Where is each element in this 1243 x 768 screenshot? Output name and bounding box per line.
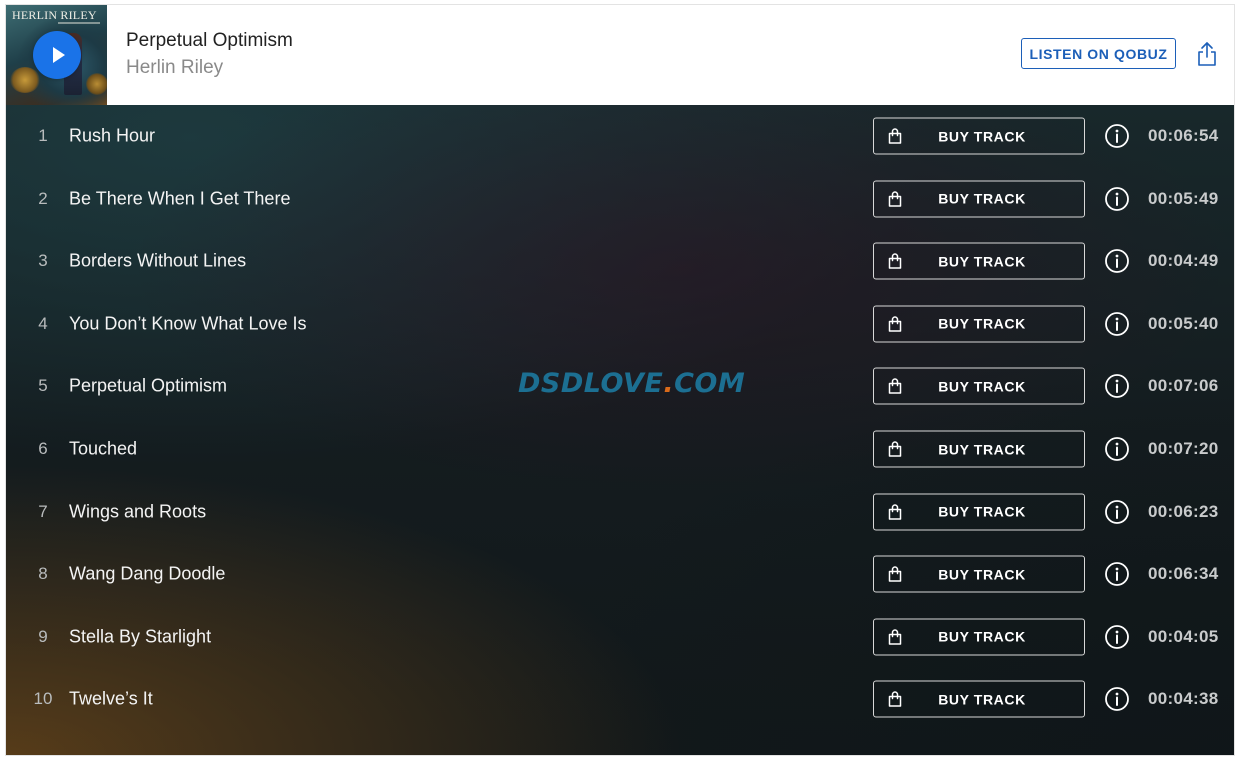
track-duration: 00:06:34 — [1148, 564, 1219, 584]
track-title[interactable]: Be There When I Get There — [69, 188, 290, 209]
album-title: Perpetual Optimism — [126, 30, 293, 51]
buy-track-label: BUY TRACK — [938, 378, 1026, 395]
share-icon[interactable] — [1196, 41, 1218, 67]
track-number: 5 — [38, 376, 48, 396]
buy-track-button[interactable]: BUY TRACK — [873, 680, 1085, 718]
buy-track-label: BUY TRACK — [938, 566, 1026, 583]
track-number: 8 — [38, 564, 48, 584]
player-header: HERLIN RILEY Perpetual Optimism Herlin R… — [6, 5, 1234, 105]
buy-track-label: BUY TRACK — [938, 691, 1026, 708]
info-icon[interactable] — [1104, 624, 1130, 650]
track-row[interactable]: 7 Wings and Roots BUY TRACK 00:06:23 — [6, 481, 1234, 543]
buy-track-label: BUY TRACK — [938, 315, 1026, 332]
track-row[interactable]: 3 Borders Without Lines BUY TRACK 00:04:49 — [6, 230, 1234, 292]
track-number: 6 — [38, 439, 48, 458]
info-icon[interactable] — [1104, 248, 1130, 274]
buy-track-label: BUY TRACK — [938, 190, 1026, 207]
info-icon[interactable] — [1104, 499, 1130, 525]
track-duration: 00:06:54 — [1148, 126, 1219, 145]
track-number: 2 — [38, 188, 48, 208]
track-number: 7 — [38, 501, 48, 521]
player-widget: HERLIN RILEY Perpetual Optimism Herlin R… — [5, 4, 1235, 756]
track-title[interactable]: Borders Without Lines — [69, 251, 246, 272]
info-icon[interactable] — [1104, 311, 1130, 337]
buy-track-button[interactable]: BUY TRACK — [873, 367, 1085, 405]
track-row[interactable]: 4 You Don’t Know What Love Is BUY TRACK 00:… — [6, 293, 1234, 355]
track-duration: 00:04:38 — [1148, 689, 1219, 709]
buy-track-button[interactable]: BUY TRACK — [873, 430, 1085, 468]
track-title[interactable]: Rush Hour — [69, 126, 155, 147]
album-cover: HERLIN RILEY — [6, 5, 107, 105]
track-row[interactable]: 6 Touched BUY TRACK 00:07:20 — [6, 418, 1234, 480]
play-button[interactable] — [33, 31, 81, 79]
track-title[interactable]: Touched — [69, 439, 137, 460]
artist-name[interactable]: Herlin Riley — [126, 57, 223, 79]
buy-track-label: BUY TRACK — [938, 253, 1026, 270]
track-number: 10 — [33, 689, 53, 709]
track-list: 1 Rush Hour BUY TRACK 00:06:54 2 Be There Whe… — [6, 105, 1234, 755]
track-row[interactable]: 2 Be There When I Get There BUY TRACK 00:05… — [6, 168, 1234, 230]
info-icon[interactable] — [1104, 186, 1130, 212]
buy-track-button[interactable]: BUY TRACK — [873, 493, 1085, 531]
track-duration: 00:05:40 — [1148, 313, 1219, 333]
buy-track-button[interactable]: BUY TRACK — [873, 117, 1085, 155]
track-duration: 00:06:23 — [1148, 501, 1219, 521]
cover-artist-text: HERLIN RILEY — [12, 8, 97, 22]
track-number: 9 — [38, 626, 48, 646]
buy-track-label: BUY TRACK — [938, 441, 1026, 457]
watermark: DSDLOVE.COM — [518, 368, 746, 399]
track-title[interactable]: Wang Dang Doodle — [69, 564, 225, 585]
track-title[interactable]: Stella By Starlight — [69, 626, 211, 647]
track-number: 4 — [38, 313, 48, 333]
track-duration: 00:07:20 — [1148, 439, 1219, 458]
track-title[interactable]: You Don’t Know What Love Is — [69, 313, 306, 334]
track-number: 3 — [38, 251, 48, 271]
track-row[interactable]: 10 Twelve’s It BUY TRACK 00:04:38 — [6, 668, 1234, 730]
info-icon[interactable] — [1104, 373, 1130, 399]
buy-track-button[interactable]: BUY TRACK — [873, 618, 1085, 656]
track-row[interactable]: 8 Wang Dang Doodle BUY TRACK 00:06:34 — [6, 543, 1234, 605]
track-duration: 00:04:05 — [1148, 626, 1219, 646]
buy-track-button[interactable]: BUY TRACK — [873, 555, 1085, 593]
listen-on-qobuz-button[interactable]: LISTEN ON QOBUZ — [1021, 38, 1176, 69]
track-row[interactable]: 1 Rush Hour BUY TRACK 00:06:54 — [6, 105, 1234, 167]
track-duration: 00:07:06 — [1148, 376, 1219, 396]
info-icon[interactable] — [1104, 436, 1130, 462]
track-duration: 00:04:49 — [1148, 251, 1219, 271]
track-title[interactable]: Twelve’s It — [69, 689, 153, 710]
info-icon[interactable] — [1104, 561, 1130, 587]
buy-track-button[interactable]: BUY TRACK — [873, 180, 1085, 218]
info-icon[interactable] — [1104, 123, 1130, 149]
track-title[interactable]: Perpetual Optimism — [69, 376, 227, 397]
buy-track-label: BUY TRACK — [938, 128, 1026, 144]
buy-track-button[interactable]: BUY TRACK — [873, 305, 1085, 343]
track-title[interactable]: Wings and Roots — [69, 501, 206, 522]
track-number: 1 — [38, 126, 48, 145]
play-icon — [52, 47, 65, 63]
info-icon[interactable] — [1104, 686, 1130, 712]
track-duration: 00:05:49 — [1148, 188, 1219, 208]
track-row[interactable]: 9 Stella By Starlight BUY TRACK 00:04:05 — [6, 606, 1234, 668]
buy-track-button[interactable]: BUY TRACK — [873, 242, 1085, 280]
buy-track-label: BUY TRACK — [938, 503, 1026, 520]
buy-track-label: BUY TRACK — [938, 628, 1026, 645]
